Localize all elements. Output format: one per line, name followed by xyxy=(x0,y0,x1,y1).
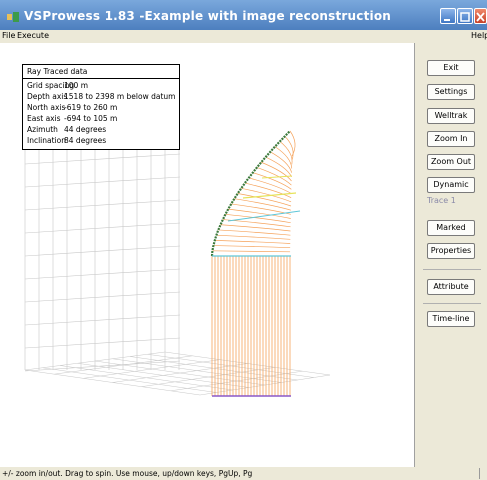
wavefront-line xyxy=(225,213,291,224)
info-value-grid-spacing: 100 m xyxy=(64,81,89,90)
minimize-icon xyxy=(444,19,450,21)
exit-button[interactable]: Exit xyxy=(427,60,475,76)
maximize-icon xyxy=(460,12,470,22)
welltrak-button[interactable]: Welltrak xyxy=(427,108,475,124)
wavefront-line xyxy=(213,245,291,249)
wavefront-line xyxy=(212,250,291,253)
panel-separator-2 xyxy=(423,303,481,304)
menu-file[interactable]: File xyxy=(2,31,15,40)
dynamic-button[interactable]: Dynamic xyxy=(427,177,475,193)
app-window: VSProwess 1.83 -Example with image recon… xyxy=(0,0,487,480)
wavefront-line xyxy=(284,135,294,161)
info-value-inclination: 84 degrees xyxy=(64,136,107,145)
grid-line xyxy=(24,337,181,349)
menu-help[interactable]: Help xyxy=(471,31,487,40)
grid-line xyxy=(24,245,181,257)
wavefront-line xyxy=(231,203,291,215)
grid-line xyxy=(24,291,181,303)
status-bar: +/- zoom in/out. Drag to spin. Use mouse… xyxy=(0,467,487,480)
info-key-inclination: Inclination xyxy=(27,136,66,145)
close-button[interactable] xyxy=(474,8,487,24)
info-value-depth-axis: 1518 to 2398 m below datum xyxy=(64,92,176,101)
info-key-depth-axis: Depth axis xyxy=(27,92,68,101)
app-icon xyxy=(7,12,19,22)
info-key-north-axis: North axis xyxy=(27,103,66,112)
wavefront-line xyxy=(279,141,293,165)
control-panel: Exit Settings Welltrak Zoom In Zoom Out … xyxy=(414,43,487,467)
zoom-out-button[interactable]: Zoom Out xyxy=(427,154,475,170)
close-icon xyxy=(476,12,485,22)
title-bar[interactable]: VSProwess 1.83 -Example with image recon… xyxy=(0,0,487,30)
attribute-button[interactable]: Attribute xyxy=(427,279,475,295)
zoom-in-button[interactable]: Zoom In xyxy=(427,131,475,147)
status-text: +/- zoom in/out. Drag to spin. Use mouse… xyxy=(2,469,253,478)
wavefront-line xyxy=(270,151,293,173)
grid-line xyxy=(24,268,181,280)
properties-button[interactable]: Properties xyxy=(427,243,475,259)
minimize-button[interactable] xyxy=(440,8,456,24)
grid-line xyxy=(199,374,331,396)
panel-separator xyxy=(423,269,481,270)
wavefront-line xyxy=(241,187,292,203)
grid-line xyxy=(54,355,193,375)
info-box: Ray Traced data Grid spacing 100 m Depth… xyxy=(22,64,180,150)
menu-bar: File Execute Help xyxy=(0,30,487,43)
grid-line xyxy=(24,153,181,165)
horizon-line xyxy=(242,192,297,199)
wavefront-line xyxy=(265,156,292,177)
grid-line xyxy=(170,370,303,392)
menu-execute[interactable]: Execute xyxy=(17,31,49,40)
time-line-button[interactable]: Time-line xyxy=(427,311,475,327)
info-value-east-axis: -694 to 105 m xyxy=(64,114,118,123)
wavefront-line xyxy=(218,229,291,236)
info-value-azimuth: 44 degrees xyxy=(64,125,107,134)
settings-button[interactable]: Settings xyxy=(427,84,475,100)
grid-line xyxy=(24,222,181,234)
marked-button[interactable]: Marked xyxy=(427,220,475,236)
info-value-north-axis: -619 to 260 m xyxy=(64,103,118,112)
info-key-east-axis: East axis xyxy=(27,114,61,123)
status-pane-divider xyxy=(479,468,480,479)
trace-label: Trace 1 xyxy=(427,196,456,205)
info-box-title: Ray Traced data xyxy=(23,65,179,79)
grid-line xyxy=(24,314,181,326)
info-box-title-text: Ray Traced data xyxy=(27,67,88,76)
well-trace xyxy=(210,130,291,257)
maximize-button[interactable] xyxy=(457,8,473,24)
grid-line xyxy=(24,176,181,188)
wavefront-line xyxy=(216,234,291,240)
window-title: VSProwess 1.83 -Example with image recon… xyxy=(24,9,392,23)
grid-line xyxy=(24,199,181,211)
wavefront-line xyxy=(214,240,291,244)
info-key-azimuth: Azimuth xyxy=(27,125,58,134)
wavefront-line xyxy=(274,146,293,169)
